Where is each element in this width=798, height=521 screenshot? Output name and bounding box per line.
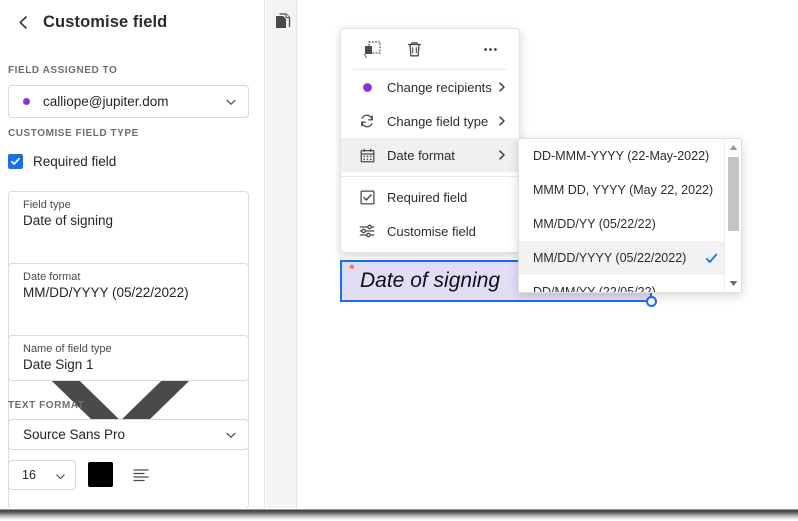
- sliders-icon: [359, 223, 375, 239]
- recipient-color-dot-icon: [23, 98, 30, 105]
- menu-item-label: Date format: [387, 148, 455, 163]
- date-format-option-label: DD-MMM-YYYY (22-May-2022): [533, 149, 709, 163]
- field-name-label: Name of field type: [23, 343, 218, 356]
- recipient-dot-icon: [359, 79, 375, 95]
- scroll-down-arrow-icon[interactable]: [725, 276, 742, 291]
- field-type-value: Date of signing: [23, 212, 218, 229]
- chevron-down-icon: [225, 96, 237, 108]
- required-field-label: Required field: [33, 154, 116, 169]
- menu-item-required-field[interactable]: Required field: [341, 180, 519, 214]
- menu-item-change-recipients[interactable]: Change recipients: [341, 70, 519, 104]
- duplicate-pages-icon[interactable]: [272, 13, 292, 33]
- field-assigned-to-label: FIELD ASSIGNED TO: [8, 65, 117, 76]
- assigned-recipient-select[interactable]: calliope@jupiter.dom: [8, 85, 249, 118]
- delete-field-button[interactable]: [401, 36, 427, 62]
- font-family-select[interactable]: Source Sans Pro: [8, 419, 249, 450]
- checkbox-checked-icon: [359, 189, 375, 205]
- chevron-right-icon: [497, 116, 507, 126]
- customise-field-type-label: CUSTOMISE FIELD TYPE: [8, 128, 139, 139]
- text-format-label: TEXT FORMAT: [8, 400, 84, 411]
- text-align-button[interactable]: [128, 462, 153, 487]
- chevron-right-icon: [497, 150, 507, 160]
- menu-item-customise-field[interactable]: Customise field: [341, 214, 519, 248]
- refresh-icon: [359, 113, 375, 129]
- font-size-value: 16: [22, 468, 36, 482]
- field-name-value: Date Sign 1: [23, 356, 218, 373]
- more-options-icon: [481, 40, 500, 59]
- font-family-value: Source Sans Pro: [23, 427, 125, 442]
- check-icon: [10, 156, 21, 167]
- field-context-menu: Change recipients Change field type: [340, 28, 520, 253]
- customise-field-panel: Customise field FIELD ASSIGNED TO callio…: [0, 0, 265, 508]
- more-options-button[interactable]: [477, 36, 503, 62]
- required-marker: *: [349, 263, 355, 277]
- date-format-option-selected[interactable]: MM/DD/YYYY (05/22/2022): [519, 241, 724, 275]
- date-format-option[interactable]: MMM DD, YYYY (May 22, 2022): [519, 173, 724, 207]
- required-field-row[interactable]: Required field: [8, 154, 116, 169]
- menu-item-label: Change field type: [387, 114, 488, 129]
- menu-item-label: Customise field: [387, 224, 476, 239]
- field-type-label: Field type: [23, 199, 218, 212]
- field-name-input[interactable]: Name of field type Date Sign 1: [8, 335, 249, 381]
- page-title: Customise field: [43, 13, 167, 32]
- chevron-down-icon: [225, 429, 237, 441]
- chevron-down-icon: [55, 471, 66, 482]
- date-format-value: MM/DD/YYYY (05/22/2022): [23, 284, 218, 301]
- context-menu-toolbar: [353, 29, 507, 70]
- check-icon: [705, 252, 718, 265]
- assigned-recipient-value: calliope@jupiter.dom: [43, 94, 169, 109]
- date-format-label: Date format: [23, 271, 218, 284]
- date-format-option-label: MM/DD/YYYY (05/22/2022): [533, 251, 686, 265]
- date-format-option-label: MM/DD/YY (05/22/22): [533, 217, 656, 231]
- menu-item-date-format[interactable]: Date format: [341, 138, 519, 172]
- date-format-option[interactable]: DD/MM/YY (22/05/22): [519, 275, 724, 293]
- date-format-submenu: DD-MMM-YYYY (22-May-2022) MMM DD, YYYY (…: [518, 138, 742, 293]
- date-format-option-label: MMM DD, YYYY (May 22, 2022): [533, 183, 713, 197]
- font-size-select[interactable]: 16: [8, 460, 76, 490]
- field-placeholder-text: Date of signing: [360, 269, 500, 293]
- back-button[interactable]: [6, 5, 40, 39]
- chevron-right-icon: [497, 82, 507, 92]
- panel-header: Customise field: [0, 0, 265, 44]
- submenu-scrollbar[interactable]: [724, 139, 741, 292]
- customise-field-screen: Customise field FIELD ASSIGNED TO callio…: [0, 0, 798, 521]
- page-thumbnail-rail: [266, 0, 297, 508]
- menu-divider: [341, 176, 519, 177]
- menu-item-change-field-type[interactable]: Change field type: [341, 104, 519, 138]
- align-left-icon: [132, 467, 150, 483]
- date-format-option[interactable]: DD-MMM-YYYY (22-May-2022): [519, 139, 724, 173]
- window-bottom-shadow: [0, 508, 798, 521]
- menu-item-label: Change recipients: [387, 80, 492, 95]
- date-format-options-list: DD-MMM-YYYY (22-May-2022) MMM DD, YYYY (…: [519, 139, 724, 293]
- trash-icon: [405, 40, 424, 59]
- duplicate-field-button[interactable]: [359, 36, 385, 62]
- date-format-option-label: DD/MM/YY (22/05/22): [533, 285, 656, 293]
- calendar-icon: [359, 147, 375, 163]
- menu-item-label: Required field: [387, 190, 467, 205]
- chevron-left-icon: [15, 14, 32, 31]
- text-color-swatch[interactable]: [88, 462, 113, 487]
- required-field-checkbox[interactable]: [8, 154, 23, 169]
- duplicate-icon: [363, 40, 382, 59]
- scrollbar-thumb[interactable]: [728, 157, 739, 231]
- date-format-option[interactable]: MM/DD/YY (05/22/22): [519, 207, 724, 241]
- field-resize-handle[interactable]: [646, 296, 657, 307]
- scroll-up-arrow-icon[interactable]: [725, 140, 742, 155]
